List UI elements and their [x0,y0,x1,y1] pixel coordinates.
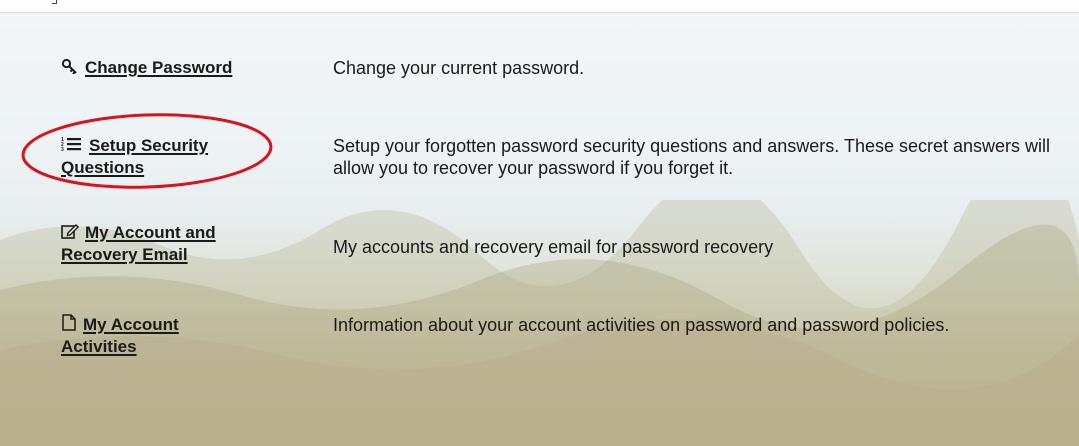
my-account-activities-link[interactable]: My Account Activities [61,315,179,356]
my-account-recovery-email-description: My accounts and recovery email for passw… [333,237,774,257]
change-password-description: Change your current password. [333,58,585,78]
setup-security-questions-description: Setup your forgotten password security q… [333,136,1051,178]
numbered-list-icon: 1 2 3 [61,136,83,157]
change-password-link[interactable]: Change Password [85,58,232,77]
document-icon [61,314,77,336]
my-account-recovery-email-link-cell: My Account and Recovery Email [61,222,266,265]
top-bar [0,0,1079,13]
my-account-recovery-email-link[interactable]: My Account and Recovery Email [61,223,216,264]
setup-security-questions-link-cell: 1 2 3 Setup Security Questions [61,135,261,178]
corner-mark [52,0,57,4]
edit-icon [61,223,79,244]
svg-text:3: 3 [61,147,64,152]
change-password-link-cell: Change Password [61,57,301,79]
setup-security-questions-link[interactable]: Setup Security Questions [61,136,208,177]
my-account-activities-link-cell: My Account Activities [61,314,226,357]
key-icon [61,58,79,79]
my-account-activities-description: Information about your account activitie… [333,315,950,335]
